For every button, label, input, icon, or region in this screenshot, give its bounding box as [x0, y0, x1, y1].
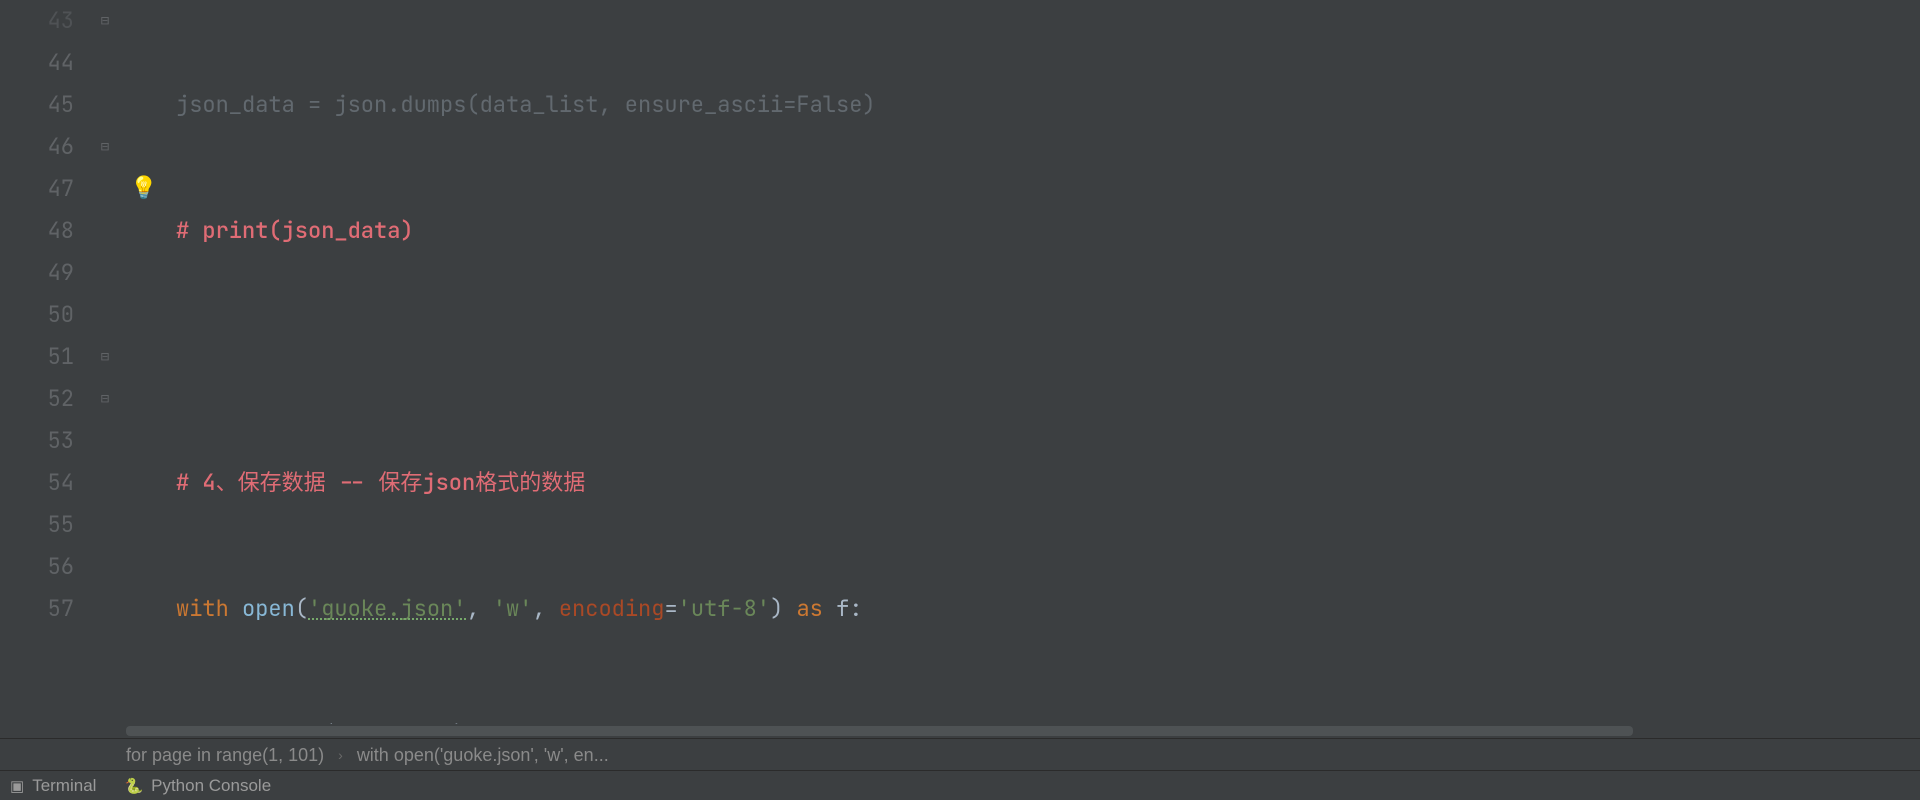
fold-toggle-icon[interactable]: ⊟ [96, 12, 114, 30]
line-number: 46 [0, 126, 74, 168]
code-line[interactable] [176, 336, 1920, 378]
tool-window-bar[interactable]: ▣ Terminal 🐍 Python Console [0, 770, 1920, 800]
fold-toggle-icon[interactable]: ⊟ [96, 138, 114, 156]
python-icon: 🐍 [124, 777, 143, 795]
code-line[interactable]: # 4、保存数据 -- 保存json格式的数据 [176, 462, 1920, 504]
line-number: 49 [0, 252, 74, 294]
horizontal-scrollbar[interactable] [0, 724, 1920, 738]
scrollbar-thumb[interactable] [126, 726, 1633, 736]
tool-label: Terminal [32, 776, 96, 796]
line-number: 57 [0, 588, 74, 630]
line-number: 54 [0, 462, 74, 504]
breadcrumb-item[interactable]: with open('guoke.json', 'w', en... [357, 739, 609, 771]
tool-label: Python Console [151, 776, 271, 796]
intention-gutter: 💡 [124, 0, 168, 724]
code-line[interactable]: # print(json_data) [176, 210, 1920, 252]
line-number: 44 [0, 42, 74, 84]
python-console-tool-button[interactable]: 🐍 Python Console [124, 776, 271, 796]
code-line[interactable]: json_data = json.dumps(data_list, ensure… [176, 84, 1920, 126]
fold-toggle-icon[interactable]: ⊟ [96, 348, 114, 366]
line-number: 43 [0, 0, 74, 42]
line-number: 51 [0, 336, 74, 378]
line-number: 56 [0, 546, 74, 588]
breadcrumb-bar[interactable]: for page in range(1, 101) › with open('g… [0, 738, 1920, 770]
code-content[interactable]: json_data = json.dumps(data_list, ensure… [168, 0, 1920, 724]
line-number: 45 [0, 84, 74, 126]
lightbulb-icon[interactable]: 💡 [130, 176, 154, 200]
code-editor: 43 44 45 46 47 48 49 50 51 52 53 54 55 5… [0, 0, 1920, 800]
terminal-icon: ▣ [10, 777, 24, 795]
breadcrumb-item[interactable]: for page in range(1, 101) [126, 739, 324, 771]
code-area[interactable]: 43 44 45 46 47 48 49 50 51 52 53 54 55 5… [0, 0, 1920, 724]
line-number: 53 [0, 420, 74, 462]
chevron-right-icon: › [338, 739, 343, 771]
code-line[interactable]: with open('guoke.json', 'w', encoding='u… [176, 588, 1920, 630]
line-number: 47 [0, 168, 74, 210]
fold-gutter: ⊟ ⊟ ⊟ ⊟ [90, 0, 124, 724]
line-number: 55 [0, 504, 74, 546]
terminal-tool-button[interactable]: ▣ Terminal [10, 776, 96, 796]
code-line[interactable]: f.write(json_data) [176, 714, 1920, 724]
line-number: 48 [0, 210, 74, 252]
line-number: 52 [0, 378, 74, 420]
line-number: 50 [0, 294, 74, 336]
line-number-gutter: 43 44 45 46 47 48 49 50 51 52 53 54 55 5… [0, 0, 90, 724]
fold-toggle-icon[interactable]: ⊟ [96, 390, 114, 408]
